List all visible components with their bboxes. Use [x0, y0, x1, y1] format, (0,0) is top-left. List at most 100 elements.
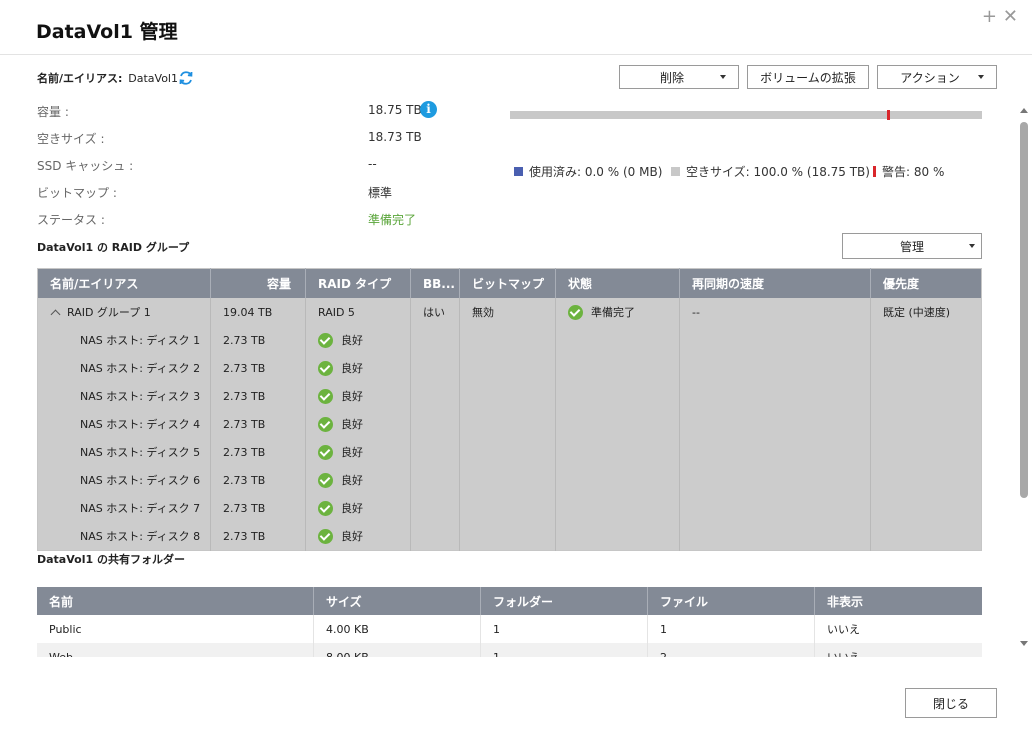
col-files[interactable]: ファイル: [647, 587, 815, 615]
col-hidden[interactable]: 非表示: [814, 587, 982, 615]
disk-name: NAS ホスト: ディスク 3: [37, 382, 211, 410]
free-size-label: 空きサイズ :: [37, 132, 105, 146]
col-bbu[interactable]: BB...: [410, 268, 460, 298]
caret-down-icon: [720, 75, 726, 79]
raid-group-row[interactable]: RAID グループ 1 19.04 TB RAID 5 はい 無効 準備完了 -…: [37, 298, 982, 326]
col-raid-type[interactable]: RAID タイプ: [305, 268, 411, 298]
disk-capacity: 2.73 TB: [210, 326, 306, 354]
disk-status-cell: 良好: [305, 466, 411, 494]
disk-status-cell: 良好: [305, 354, 411, 382]
caret-down-icon: [978, 75, 984, 79]
disk-status: 良好: [341, 445, 363, 459]
disk-status: 良好: [341, 417, 363, 431]
disk-name: NAS ホスト: ディスク 8: [37, 522, 211, 551]
disk-name: NAS ホスト: ディスク 6: [37, 466, 211, 494]
legend-warning-text: 警告: 80 %: [882, 165, 945, 179]
folder-subfolders: 1: [480, 615, 648, 643]
action-dropdown-button[interactable]: アクション: [877, 65, 997, 89]
scroll-up-arrow-icon[interactable]: [1020, 108, 1028, 113]
disk-status-cell: 良好: [305, 522, 411, 551]
disk-capacity: 2.73 TB: [210, 438, 306, 466]
maximize-icon[interactable]: +: [982, 6, 1003, 27]
folder-hidden: いいえ: [827, 623, 860, 636]
scroll-down-arrow-icon[interactable]: [1020, 641, 1028, 646]
ssd-cache-value: --: [368, 157, 377, 171]
disk-row[interactable]: NAS ホスト: ディスク 6 2.73 TB 良好: [37, 466, 982, 494]
raid-group-capacity: 19.04 TB: [210, 298, 306, 326]
capacity-usage-bar: [510, 110, 982, 120]
dialog-scroll-area[interactable]: DataVol1 管理 +✕ 名前/エイリアス: DataVol1 削除 ボリュ…: [0, 0, 1032, 657]
legend-warning: 警告: 80 %: [873, 163, 944, 180]
name-alias-row: 名前/エイリアス: DataVol1: [37, 70, 178, 86]
col-name[interactable]: 名前/エイリアス: [37, 268, 211, 298]
raid-group-bitmap: 無効: [459, 298, 556, 326]
disk-row[interactable]: NAS ホスト: ディスク 3 2.73 TB 良好: [37, 382, 982, 410]
disk-status-cell: 良好: [305, 410, 411, 438]
disk-status-cell: 良好: [305, 326, 411, 354]
disk-status-cell: 良好: [305, 438, 411, 466]
capacity-label: 容量 :: [37, 105, 69, 119]
disk-status: 良好: [341, 333, 363, 347]
col-status[interactable]: 状態: [555, 268, 680, 298]
check-circle-icon: [318, 501, 333, 517]
close-icon[interactable]: ✕: [1003, 6, 1024, 27]
collapse-chevron-icon[interactable]: [50, 309, 61, 320]
col-priority[interactable]: 優先度: [870, 268, 982, 298]
disk-status: 良好: [341, 529, 363, 543]
folder-name: Web: [37, 643, 314, 657]
col-capacity[interactable]: 容量: [210, 268, 306, 298]
col-resync-speed[interactable]: 再同期の速度: [679, 268, 871, 298]
volume-manage-dialog: DataVol1 管理 +✕ 名前/エイリアス: DataVol1 削除 ボリュ…: [0, 0, 1032, 744]
capacity-value: 18.75 TB: [368, 103, 422, 117]
check-circle-icon: [318, 389, 333, 405]
disk-name: NAS ホスト: ディスク 4: [37, 410, 211, 438]
folder-files: 1: [647, 615, 815, 643]
col-folder-name[interactable]: 名前: [37, 587, 314, 615]
scrollbar-thumb[interactable]: [1020, 122, 1028, 498]
folder-size: 4.00 KB: [313, 615, 481, 643]
disk-status-cell: 良好: [305, 494, 411, 522]
disk-capacity: 2.73 TB: [210, 494, 306, 522]
raid-section-title: DataVol1 の RAID グループ: [37, 241, 190, 254]
folder-files: 2: [647, 643, 815, 657]
raid-group-status-cell: 準備完了: [555, 298, 680, 326]
check-circle-icon: [568, 305, 583, 321]
caret-down-icon: [969, 244, 975, 248]
disk-row[interactable]: NAS ホスト: ディスク 4 2.73 TB 良好: [37, 410, 982, 438]
disk-status: 良好: [341, 473, 363, 487]
col-size[interactable]: サイズ: [313, 587, 481, 615]
raid-manage-dropdown-button[interactable]: 管理: [842, 233, 982, 259]
check-circle-icon: [318, 445, 333, 461]
check-circle-icon: [318, 473, 333, 489]
free-swatch: [671, 167, 680, 176]
raid-group-bbu: はい: [410, 298, 460, 326]
refresh-icon[interactable]: [178, 70, 194, 86]
disk-row[interactable]: NAS ホスト: ディスク 8 2.73 TB 良好: [37, 522, 982, 551]
raid-manage-label: 管理: [899, 239, 924, 254]
disk-row[interactable]: NAS ホスト: ディスク 7 2.73 TB 良好: [37, 494, 982, 522]
expand-volume-button[interactable]: ボリュームの拡張: [747, 65, 869, 89]
disk-status: 良好: [341, 389, 363, 403]
col-folders[interactable]: フォルダー: [480, 587, 648, 615]
status-value: 準備完了: [368, 213, 417, 227]
vertical-scrollbar[interactable]: [1019, 104, 1029, 652]
shared-folder-row[interactable]: Web 8.00 KB 1 2 いいえ: [37, 643, 982, 657]
used-swatch: [514, 167, 523, 176]
delete-button-label: 削除: [659, 70, 684, 85]
dialog-title: DataVol1 管理: [36, 21, 178, 43]
disk-row[interactable]: NAS ホスト: ディスク 2 2.73 TB 良好: [37, 354, 982, 382]
close-button[interactable]: 閉じる: [905, 688, 997, 718]
legend-free: 空きサイズ: 100.0 % (18.75 TB): [671, 163, 870, 180]
delete-dropdown-button[interactable]: 削除: [619, 65, 739, 89]
disk-capacity: 2.73 TB: [210, 466, 306, 494]
disk-row[interactable]: NAS ホスト: ディスク 1 2.73 TB 良好: [37, 326, 982, 354]
shared-folder-row[interactable]: Public 4.00 KB 1 1 いいえ: [37, 615, 982, 643]
check-circle-icon: [318, 361, 333, 377]
expand-volume-label: ボリュームの拡張: [760, 70, 856, 85]
disk-row[interactable]: NAS ホスト: ディスク 5 2.73 TB 良好: [37, 438, 982, 466]
free-size-value: 18.73 TB: [368, 130, 422, 144]
info-icon[interactable]: i: [420, 101, 437, 118]
col-bitmap[interactable]: ビットマップ: [459, 268, 556, 298]
folder-size: 8.00 KB: [313, 643, 481, 657]
disk-status-cell: 良好: [305, 382, 411, 410]
